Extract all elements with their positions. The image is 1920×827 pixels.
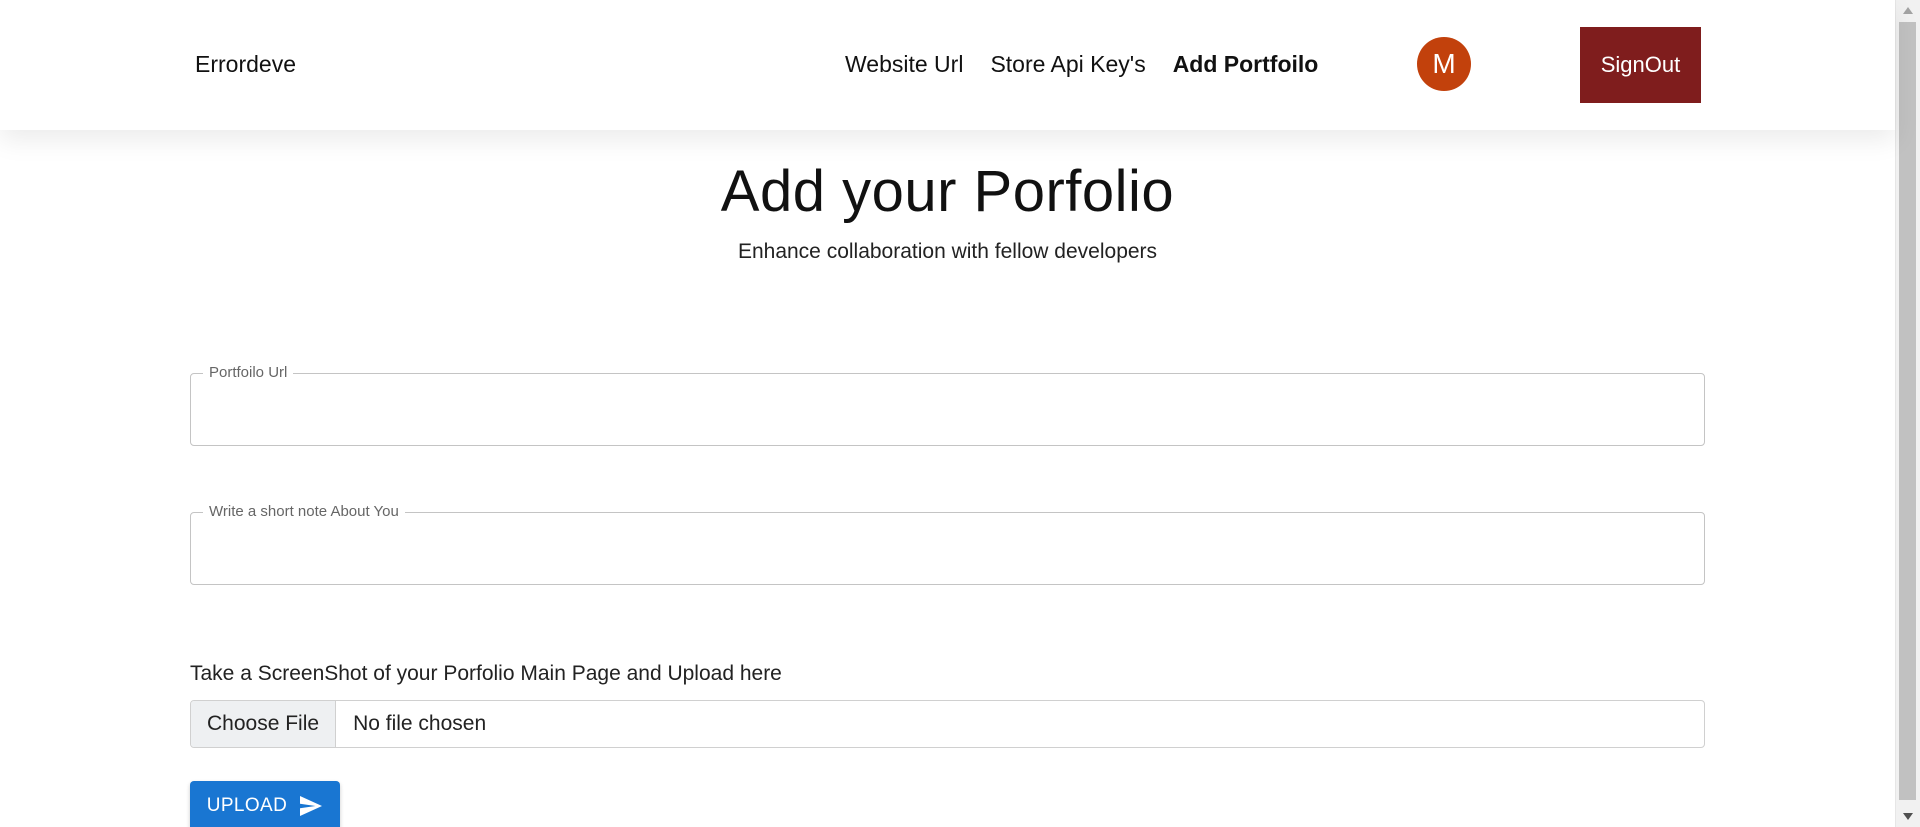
screenshot-file-input[interactable]: Choose File No file chosen xyxy=(190,700,1705,748)
page-subtitle: Enhance collaboration with fellow develo… xyxy=(737,240,1158,263)
send-icon xyxy=(300,796,323,816)
nav-link-add-portfolio[interactable]: Add Portfoilo xyxy=(1173,51,1319,78)
vertical-scrollbar[interactable] xyxy=(1895,0,1920,827)
upload-instructions: Take a ScreenShot of your Porfolio Main … xyxy=(190,662,782,685)
avatar[interactable]: M xyxy=(1417,37,1471,91)
nav-links: Website Url Store Api Key's Add Portfoil… xyxy=(845,51,1318,78)
nav-link-website-url[interactable]: Website Url xyxy=(845,51,963,78)
avatar-initial: M xyxy=(1432,48,1456,79)
choose-file-button[interactable]: Choose File xyxy=(191,701,337,747)
scroll-down-icon[interactable] xyxy=(1903,813,1913,820)
signout-button[interactable]: SignOut xyxy=(1580,27,1701,103)
page-title: Add your Porfolio xyxy=(720,159,1175,224)
nav-link-store-api-keys[interactable]: Store Api Key's xyxy=(990,51,1145,78)
page: Errordeve Website Url Store Api Key's Ad… xyxy=(0,0,1920,827)
navbar: Errordeve Website Url Store Api Key's Ad… xyxy=(0,0,1895,130)
about-note-label: Write a short note About You xyxy=(203,503,405,521)
scrollbar-thumb[interactable] xyxy=(1899,22,1916,800)
portfolio-url-field[interactable]: Portfoilo Url xyxy=(190,364,1705,446)
upload-button[interactable]: UPLOAD xyxy=(190,781,340,827)
portfolio-url-input[interactable] xyxy=(205,392,1690,435)
upload-button-label: UPLOAD xyxy=(206,795,288,816)
about-note-field[interactable]: Write a short note About You xyxy=(190,503,1705,585)
brand-logo-text[interactable]: Errordeve xyxy=(195,51,296,78)
file-status-text: No file chosen xyxy=(353,712,487,735)
scroll-up-icon[interactable] xyxy=(1903,7,1913,14)
portfolio-url-label: Portfoilo Url xyxy=(203,364,294,382)
about-note-input[interactable] xyxy=(205,531,1690,574)
